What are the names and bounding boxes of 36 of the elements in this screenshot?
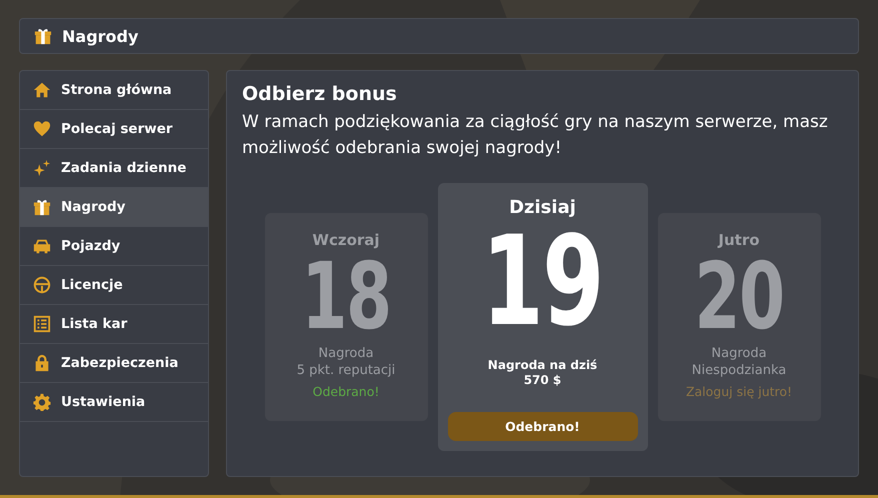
reward-value: 5 pkt. reputacji: [296, 362, 396, 379]
heart-icon: [33, 120, 51, 138]
section-title: Odbierz bonus: [242, 83, 398, 105]
page-title: Nagrody: [62, 26, 138, 46]
sidebar-item[interactable]: Pojazdy: [20, 227, 208, 266]
reward-title: Nagroda na dziś: [488, 358, 598, 373]
list-icon: [33, 315, 51, 333]
steering-wheel-icon: [33, 276, 51, 294]
reward-title: Nagroda: [711, 345, 767, 362]
gift-icon: [33, 198, 51, 216]
status-text: Odebrano!: [312, 384, 380, 399]
sidebar-item[interactable]: Nagrody: [20, 188, 208, 227]
reward-title: Nagroda: [318, 345, 374, 362]
day-label: Dzisiaj: [509, 197, 576, 218]
car-icon: [33, 237, 51, 255]
house-icon: [33, 81, 51, 99]
sparkle-icon: [33, 159, 51, 177]
sidebar-item[interactable]: Licencje: [20, 266, 208, 305]
day-number: 20: [694, 249, 784, 345]
sidebar-item[interactable]: Lista kar: [20, 305, 208, 344]
day-label: Jutro: [718, 231, 760, 249]
day-label: Wczoraj: [312, 231, 380, 249]
sidebar-item[interactable]: Ustawienia: [20, 383, 208, 422]
day-number: 18: [301, 249, 391, 345]
description-text: W ramach podziękowania za ciągłość gry na naszym serwerze, masz możliwość odebrania swojej nagrody!: [242, 111, 829, 160]
lock-icon: [33, 354, 51, 372]
gift-icon: [34, 27, 52, 45]
settings-icon: [33, 393, 51, 411]
sidebar-item[interactable]: Zabezpieczenia: [20, 344, 208, 383]
claimed-button[interactable]: Odebrano!: [448, 412, 638, 441]
status-text: Zaloguj się jutro!: [686, 384, 792, 399]
day-number: 19: [482, 218, 604, 346]
sidebar-item[interactable]: Polecaj serwer: [20, 110, 208, 149]
sidebar-item[interactable]: Strona główna: [20, 71, 208, 110]
reward-value: 570 $: [524, 373, 562, 388]
reward-value: Niespodzianka: [692, 362, 786, 379]
